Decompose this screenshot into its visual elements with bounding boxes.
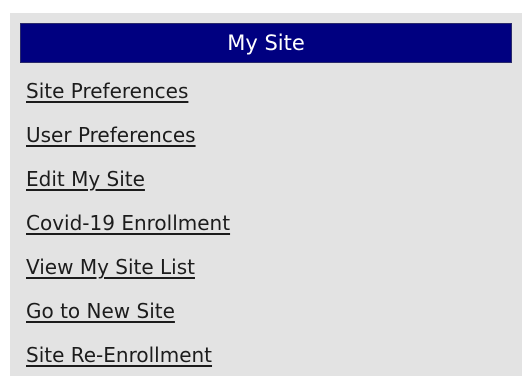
list-item: View My Site List (26, 249, 230, 293)
covid-19-enrollment-link[interactable]: Covid-19 Enrollment (26, 211, 230, 235)
view-my-site-list-link[interactable]: View My Site List (26, 255, 195, 279)
panel-title: My Site (20, 23, 512, 63)
list-item: User Preferences (26, 117, 230, 161)
site-preferences-link[interactable]: Site Preferences (26, 79, 188, 103)
list-item: Site Preferences (26, 73, 230, 117)
list-item: Covid-19 Enrollment (26, 205, 230, 249)
edit-my-site-link[interactable]: Edit My Site (26, 167, 145, 191)
list-item: Site Re-Enrollment (26, 337, 230, 381)
list-item: Go to New Site (26, 293, 230, 337)
my-site-panel: My Site Site Preferences User Preference… (10, 13, 522, 376)
user-preferences-link[interactable]: User Preferences (26, 123, 196, 147)
go-to-new-site-link[interactable]: Go to New Site (26, 299, 175, 323)
my-site-link-list: Site Preferences User Preferences Edit M… (26, 73, 230, 381)
list-item: Edit My Site (26, 161, 230, 205)
site-re-enrollment-link[interactable]: Site Re-Enrollment (26, 343, 212, 367)
